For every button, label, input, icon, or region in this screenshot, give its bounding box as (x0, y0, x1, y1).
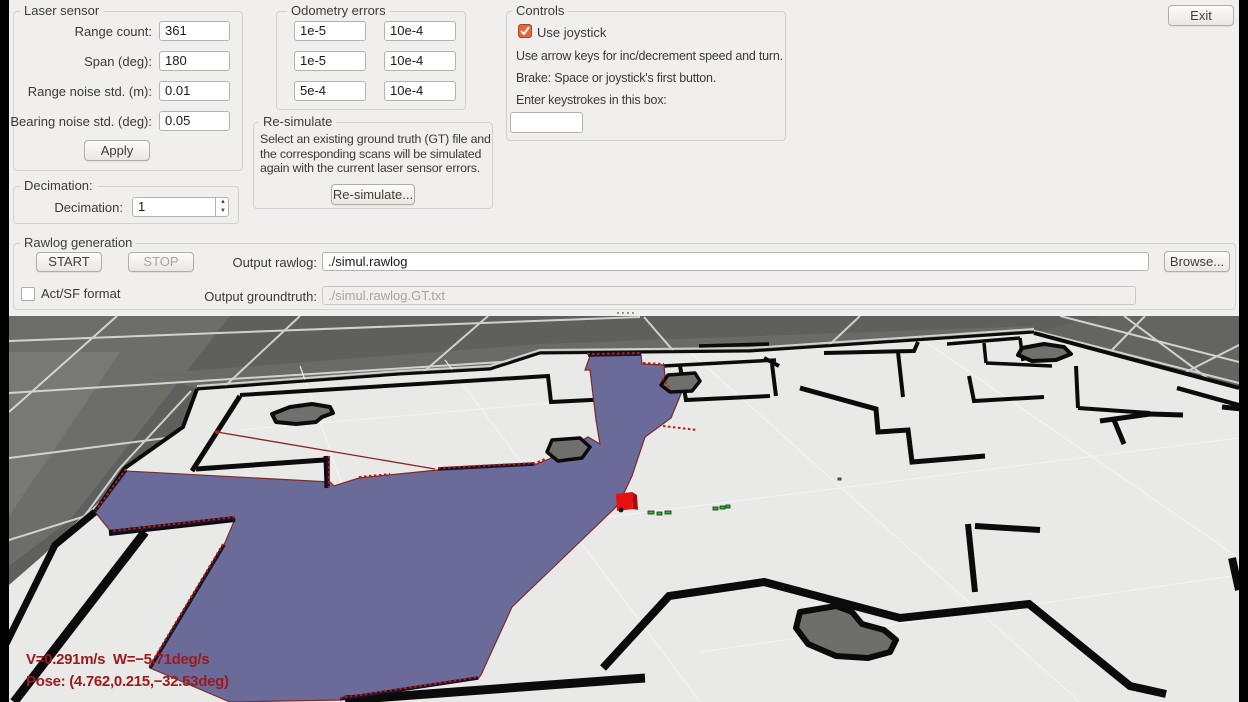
svg-text:Pose: (4.762,0.215,−32.53deg): Pose: (4.762,0.215,−32.53deg) (26, 673, 229, 690)
svg-text:V=0.291m/s W=−5.71deg/s: V=0.291m/s W=−5.71deg/s (26, 651, 209, 668)
